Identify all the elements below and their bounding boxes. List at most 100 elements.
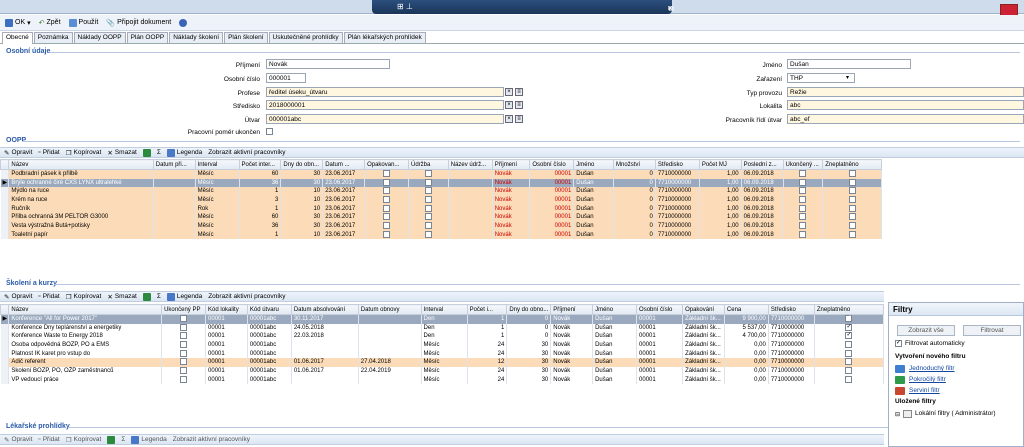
- profese-field[interactable]: ředitel úseku_útvaru: [266, 87, 504, 97]
- copy-button[interactable]: ❐ Kopírovat: [66, 436, 102, 444]
- column-header[interactable]: Datum obnovy: [357, 304, 422, 315]
- checkbox[interactable]: [799, 204, 807, 212]
- column-header[interactable]: Počet i...: [466, 304, 508, 315]
- attach-document-button[interactable]: 📎 Připojit dokument: [104, 16, 173, 29]
- excel-button[interactable]: [107, 435, 116, 444]
- sum-button[interactable]: Σ: [121, 436, 125, 443]
- checkbox[interactable]: [799, 222, 807, 230]
- lokalita-field[interactable]: abc: [787, 100, 1024, 110]
- checkbox[interactable]: [383, 213, 391, 221]
- checkbox[interactable]: [180, 349, 188, 357]
- edit-button[interactable]: ✎ Opravit: [4, 149, 32, 157]
- checkbox[interactable]: [848, 196, 856, 204]
- checkbox[interactable]: [383, 178, 391, 186]
- checkbox[interactable]: [845, 358, 853, 366]
- pracovnik-ridi-field[interactable]: abc_ef: [787, 114, 1024, 124]
- checkbox[interactable]: [799, 170, 807, 177]
- tab-1[interactable]: Poznámka: [33, 32, 73, 43]
- checkbox[interactable]: ✓: [845, 332, 853, 340]
- column-header[interactable]: Jméno: [573, 159, 615, 170]
- lookup-icon[interactable]: ≡: [515, 88, 523, 96]
- column-header[interactable]: Interval: [420, 304, 468, 315]
- legend-button[interactable]: Legenda: [131, 435, 167, 444]
- checkbox[interactable]: ✓: [845, 315, 853, 322]
- checkbox[interactable]: [424, 222, 432, 230]
- checkbox[interactable]: [180, 323, 188, 331]
- column-header[interactable]: Opakovan...: [364, 159, 409, 170]
- stredisko-field[interactable]: 2018000001: [266, 100, 504, 110]
- filter-button[interactable]: Filtrovat: [963, 325, 1021, 336]
- checkbox[interactable]: [180, 358, 188, 366]
- table-row[interactable]: Školení BOZP, PO, OŽP zaměstnanců 00001 00…: [0, 367, 885, 376]
- use-button[interactable]: Použít: [67, 16, 101, 29]
- delete-button[interactable]: ✕ Smazat: [107, 293, 137, 301]
- checkbox[interactable]: [799, 187, 807, 195]
- checkbox[interactable]: [848, 204, 856, 212]
- checkbox[interactable]: [383, 170, 391, 177]
- help-button[interactable]: [177, 16, 189, 29]
- column-header[interactable]: Dny do obn...: [280, 159, 324, 170]
- excel-button[interactable]: [142, 292, 151, 301]
- checkbox[interactable]: [799, 196, 807, 204]
- checkbox[interactable]: [180, 375, 188, 383]
- column-header[interactable]: Osobní číslo: [636, 304, 684, 315]
- checkbox[interactable]: [383, 230, 391, 238]
- checkbox[interactable]: [845, 375, 853, 383]
- clear-icon[interactable]: ×: [505, 115, 513, 123]
- sum-button[interactable]: Σ: [157, 149, 161, 156]
- show-active-button[interactable]: Zobrazit aktivní pracovníky: [208, 149, 285, 156]
- copy-button[interactable]: ❐ Kopírovat: [66, 149, 102, 157]
- edit-button[interactable]: ✎ Opravit: [4, 436, 32, 444]
- tab-6[interactable]: Uskutečněné prohlídky: [268, 32, 343, 43]
- advanced-filter-link[interactable]: Pokročilý filtr: [909, 376, 946, 383]
- add-button[interactable]: ▫ Přidat: [38, 149, 59, 156]
- checkbox[interactable]: [424, 187, 432, 195]
- checkbox[interactable]: [845, 341, 853, 349]
- column-header[interactable]: Název údrž...: [447, 159, 493, 170]
- table-row[interactable]: Konference Dny teplárenství a energetiky…: [0, 323, 885, 333]
- lookup-icon[interactable]: ≡: [515, 115, 523, 123]
- lookup-icon[interactable]: ≡: [515, 101, 523, 109]
- column-header[interactable]: Datum při...: [152, 159, 196, 170]
- checkbox[interactable]: [424, 230, 432, 238]
- server-filter-link[interactable]: Serviní filtr: [909, 387, 940, 394]
- column-header[interactable]: Množství: [613, 159, 656, 170]
- legend-button[interactable]: Legenda: [166, 292, 202, 301]
- checkbox[interactable]: [180, 332, 188, 340]
- prijmeni-field[interactable]: Novák: [266, 59, 390, 69]
- checkbox[interactable]: [424, 196, 432, 204]
- clear-icon[interactable]: ×: [505, 88, 513, 96]
- table-row[interactable]: Přilba ochranná 3M PELTOR G3000 Měsíc 60 30…: [0, 213, 882, 223]
- column-header[interactable]: Cena: [723, 304, 769, 315]
- checkbox[interactable]: [845, 349, 853, 357]
- tab-4[interactable]: Náklady školení: [169, 32, 224, 43]
- checkbox[interactable]: [845, 367, 853, 375]
- show-active-button[interactable]: Zobrazit aktivní pracovníky: [208, 293, 285, 300]
- show-all-button[interactable]: Zobrazit vše: [897, 325, 955, 336]
- checkbox[interactable]: [383, 187, 391, 195]
- excel-button[interactable]: [142, 148, 151, 157]
- checkbox[interactable]: [848, 170, 856, 177]
- column-header[interactable]: Počet MJ: [698, 159, 742, 170]
- column-header[interactable]: Příjmení: [491, 159, 531, 170]
- checkbox[interactable]: [848, 222, 856, 230]
- checkbox[interactable]: [799, 178, 807, 186]
- tab-5[interactable]: Plán školení: [224, 32, 268, 43]
- local-filters-item[interactable]: Lokální filtry ( Administrátor): [915, 410, 996, 417]
- sum-button[interactable]: Σ: [157, 293, 161, 300]
- checkbox[interactable]: [424, 213, 432, 221]
- zarazeni-select[interactable]: THP: [787, 73, 855, 83]
- checkbox[interactable]: [848, 187, 856, 195]
- table-row[interactable]: Osoba odpovědná BOZP, PO a EMS 00001 00001…: [0, 341, 885, 350]
- column-header[interactable]: Středisko: [654, 159, 700, 170]
- column-header[interactable]: Počet inter...: [238, 159, 282, 170]
- checkbox[interactable]: [383, 196, 391, 204]
- legend-button[interactable]: Legenda: [166, 148, 202, 157]
- column-header[interactable]: Datum absolvování: [290, 304, 359, 315]
- utvar-field[interactable]: 000001abc: [266, 114, 504, 124]
- column-header[interactable]: Ukončený ...: [782, 159, 824, 170]
- checkbox[interactable]: [424, 178, 432, 186]
- expand-icon[interactable]: ⊟: [895, 411, 900, 418]
- table-row[interactable]: Adič referent 00001 00001abc 01.06.2017 27.0…: [0, 358, 885, 368]
- auto-filter-checkbox[interactable]: ✓: [895, 340, 902, 347]
